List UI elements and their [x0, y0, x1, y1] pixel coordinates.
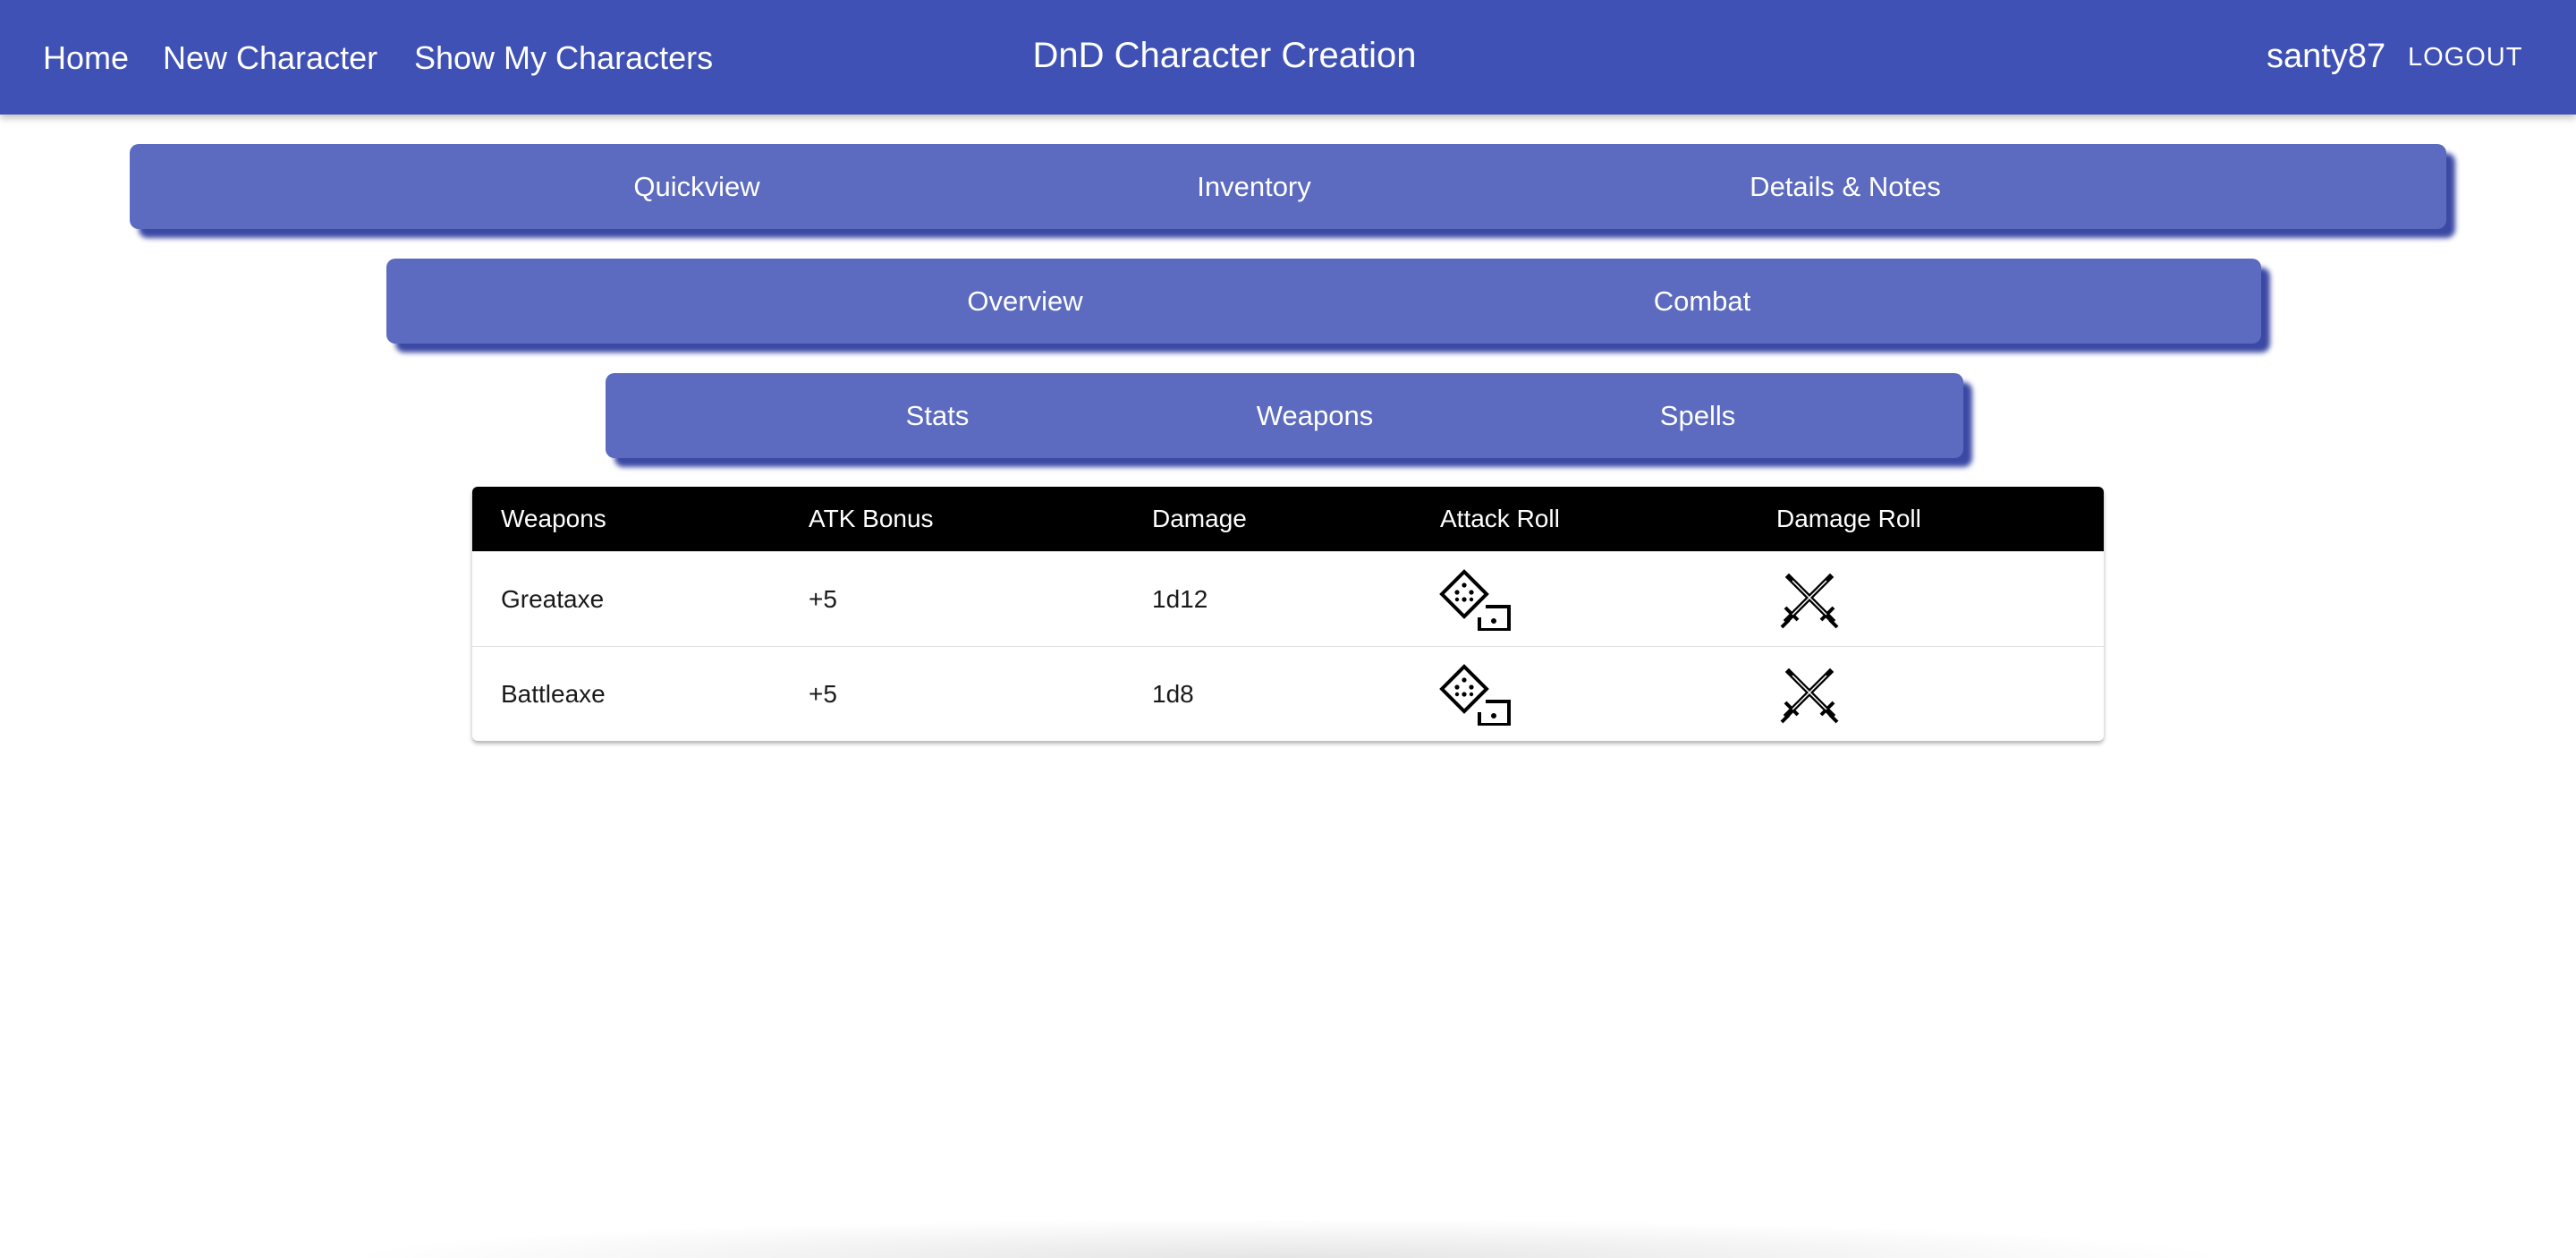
primary-tab-bar: Quickview Inventory Details & Notes [130, 144, 2446, 229]
dice-icon[interactable] [1438, 663, 1513, 727]
app-title: DnD Character Creation [1032, 36, 1417, 75]
tab-weapons[interactable]: Weapons [1257, 373, 1373, 458]
tab-spells[interactable]: Spells [1660, 373, 1735, 458]
crossed-swords-icon[interactable] [1778, 663, 1853, 726]
table-row: Greataxe +5 1d12 [472, 551, 2104, 646]
tab-details-notes[interactable]: Details & Notes [1750, 144, 1941, 229]
atk-bonus: +5 [809, 585, 837, 613]
atk-bonus: +5 [809, 680, 837, 708]
tab-overview[interactable]: Overview [967, 259, 1082, 344]
footer-shadow [340, 1219, 2236, 1258]
weapons-table: Weapons ATK Bonus Damage Attack Roll Dam… [472, 487, 2104, 741]
header-damage: Damage [1152, 505, 1247, 532]
tab-inventory[interactable]: Inventory [1197, 144, 1311, 229]
header-attack-roll: Attack Roll [1440, 505, 1560, 532]
header-atk-bonus: ATK Bonus [809, 505, 934, 532]
header-weapons: Weapons [501, 505, 606, 532]
header-damage-roll: Damage Roll [1776, 505, 1921, 532]
table-header: Weapons ATK Bonus Damage Attack Roll Dam… [472, 487, 2104, 551]
damage: 1d12 [1152, 585, 1208, 613]
tertiary-tab-bar: Stats Weapons Spells [606, 373, 1963, 458]
logout-button[interactable]: LOGOUT [2408, 41, 2522, 73]
tab-combat[interactable]: Combat [1654, 259, 1751, 344]
table-row: Battleaxe +5 1d8 [472, 646, 2104, 741]
weapon-name: Battleaxe [501, 680, 606, 708]
tab-quickview[interactable]: Quickview [633, 144, 759, 229]
tab-stats[interactable]: Stats [906, 373, 970, 458]
weapon-name: Greataxe [501, 585, 605, 613]
crossed-swords-icon[interactable] [1778, 568, 1853, 631]
app-bar: Home New Character Show My Characters Dn… [0, 0, 2576, 115]
username: santy87 [2267, 38, 2386, 75]
dice-icon[interactable] [1438, 568, 1513, 632]
damage: 1d8 [1152, 680, 1194, 708]
secondary-tab-bar: Overview Combat [386, 259, 2261, 344]
